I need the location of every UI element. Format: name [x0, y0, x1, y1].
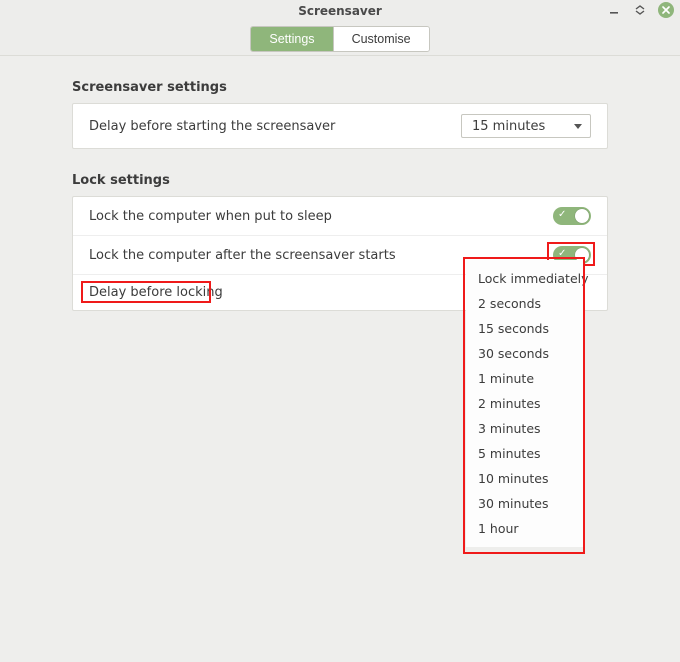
checkmark-icon: ✓: [558, 210, 568, 220]
delay-lock-menu-item[interactable]: Lock immediately: [466, 266, 584, 291]
delay-start-select[interactable]: 15 minutes: [461, 114, 591, 138]
lock-section-title: Lock settings: [72, 173, 608, 188]
tab-customise[interactable]: Customise: [333, 27, 429, 51]
close-icon[interactable]: [658, 2, 674, 18]
row-label: Lock the computer after the screensaver …: [89, 248, 396, 263]
delay-lock-menu-item[interactable]: 5 minutes: [466, 441, 584, 466]
delay-lock-menu-item[interactable]: 30 minutes: [466, 491, 584, 516]
content: Screensaver settings Delay before starti…: [0, 56, 680, 311]
checkmark-icon: ✓: [558, 249, 568, 259]
delay-lock-menu-item[interactable]: 1 hour: [466, 516, 584, 541]
window-controls: [606, 2, 674, 18]
delay-lock-menu-item[interactable]: 30 seconds: [466, 341, 584, 366]
screensaver-section-title: Screensaver settings: [72, 80, 608, 95]
window-title: Screensaver: [298, 4, 382, 18]
delay-lock-menu-item[interactable]: 1 minute: [466, 366, 584, 391]
tab-settings[interactable]: Settings: [251, 27, 332, 51]
delay-lock-menu-item[interactable]: 2 seconds: [466, 291, 584, 316]
lock-sleep-toggle[interactable]: ✓: [553, 207, 591, 225]
select-value: 15 minutes: [472, 119, 545, 134]
row-label-container: Delay before locking: [89, 285, 223, 300]
row-lock-sleep: Lock the computer when put to sleep ✓: [73, 197, 607, 235]
delay-lock-menu-item[interactable]: 10 minutes: [466, 466, 584, 491]
toolbar: Settings Customise: [0, 22, 680, 56]
delay-lock-menu-item[interactable]: 15 seconds: [466, 316, 584, 341]
chevron-down-icon: [574, 124, 582, 129]
view-switcher: Settings Customise: [250, 26, 429, 52]
minimize-icon[interactable]: [606, 2, 622, 18]
delay-lock-menu-item[interactable]: 3 minutes: [466, 416, 584, 441]
delay-lock-menu[interactable]: Lock immediately2 seconds15 seconds30 se…: [466, 260, 584, 547]
row-label: Delay before locking: [89, 285, 223, 300]
row-delay-start: Delay before starting the screensaver 15…: [73, 104, 607, 148]
row-label: Delay before starting the screensaver: [89, 119, 335, 134]
delay-lock-menu-item[interactable]: 2 minutes: [466, 391, 584, 416]
screensaver-panel: Delay before starting the screensaver 15…: [72, 103, 608, 149]
row-label: Lock the computer when put to sleep: [89, 209, 332, 224]
maximize-icon[interactable]: [632, 2, 648, 18]
titlebar: Screensaver: [0, 0, 680, 22]
